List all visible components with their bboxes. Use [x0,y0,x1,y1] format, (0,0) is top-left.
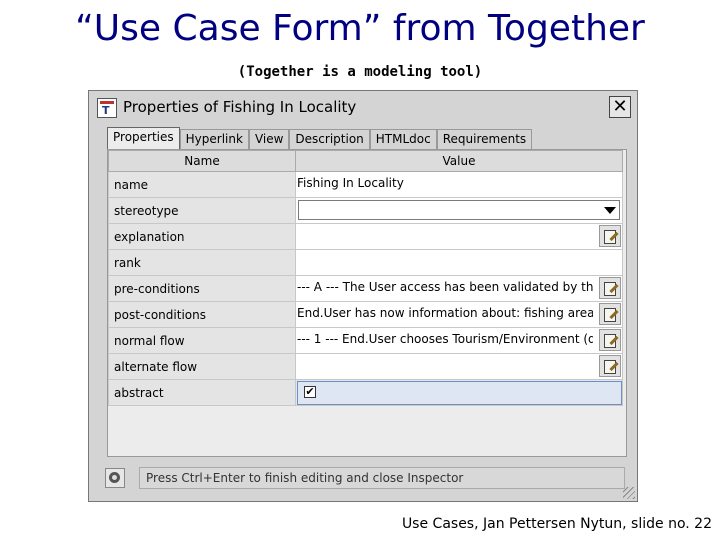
property-name: post-conditions [108,301,296,328]
tab-strip: Properties Hyperlink View Description HT… [107,127,533,150]
property-value-field[interactable]: --- A --- The User access has been valid… [295,275,623,302]
table-row[interactable]: stereotype [108,197,623,224]
table-row[interactable]: explanation [108,223,623,250]
edit-text-icon[interactable] [599,277,621,299]
table-header-row: Name Value [108,150,623,172]
tab-hyperlink[interactable]: Hyperlink [179,129,249,149]
close-button[interactable]: ✕ [609,96,631,118]
table-row[interactable]: abstract ✔ [108,379,623,406]
edit-text-icon[interactable] [599,329,621,351]
table-row[interactable]: normal flow --- 1 --- End.User chooses T… [108,327,623,354]
property-value: --- A --- The User access has been valid… [297,280,593,294]
tab-description[interactable]: Description [289,129,370,149]
edit-text-icon[interactable] [599,303,621,325]
resize-grip-icon[interactable] [623,487,635,499]
property-value: End.User has now information about: fish… [297,306,593,320]
abstract-cell[interactable]: ✔ [295,379,623,406]
property-name: pre-conditions [108,275,296,302]
inspector-icon[interactable] [105,468,125,488]
property-name: explanation [108,223,296,250]
app-icon-letter: T [102,104,110,117]
property-name: stereotype [108,197,296,224]
close-icon: ✕ [612,96,628,117]
property-value-field[interactable] [295,353,623,380]
property-value: Fishing In Locality [297,176,404,190]
table-row[interactable]: pre-conditions --- A --- The User access… [108,275,623,302]
dialog-title: Properties of Fishing In Locality [123,98,357,116]
tab-htmldoc[interactable]: HTMLdoc [369,129,437,149]
together-app-icon: T [97,98,117,118]
table-row[interactable]: rank [108,249,623,276]
edit-text-icon[interactable] [599,225,621,247]
table-row[interactable]: post-conditions End.User has now informa… [108,301,623,328]
dialog-titlebar[interactable]: T Properties of Fishing In Locality ✕ [93,95,633,121]
slide-title: “Use Case Form” from Together [75,8,645,49]
column-header-value[interactable]: Value [295,150,623,172]
property-value-field[interactable] [295,223,623,250]
edit-text-icon[interactable] [599,355,621,377]
properties-dialog: T Properties of Fishing In Locality ✕ Pr… [88,90,638,502]
property-name: name [108,171,296,198]
property-name: rank [108,249,296,276]
abstract-checkbox[interactable]: ✔ [304,386,316,398]
property-name: alternate flow [108,353,296,380]
table-row[interactable]: name Fishing In Locality [108,171,623,198]
tab-requirements[interactable]: Requirements [436,129,533,149]
slide-footer: Use Cases, Jan Pettersen Nytun, slide no… [401,516,712,532]
property-name: normal flow [108,327,296,354]
properties-panel: Name Value name Fishing In Locality ster… [107,149,627,457]
tab-view[interactable]: View [248,129,290,149]
property-value-field[interactable] [295,249,623,276]
property-value-field[interactable]: Fishing In Locality [295,171,623,198]
chevron-down-icon[interactable] [604,207,616,214]
property-value-field[interactable]: End.User has now information about: fish… [295,301,623,328]
property-value: --- 1 --- End.User chooses Tourism/Envir… [297,332,593,346]
properties-table: Name Value name Fishing In Locality ster… [108,150,623,406]
table-row[interactable]: alternate flow [108,353,623,380]
slide-subtitle: (Together is a modeling tool) [237,64,483,80]
stereotype-select[interactable] [295,197,623,224]
property-value-field[interactable]: --- 1 --- End.User chooses Tourism/Envir… [295,327,623,354]
property-name: abstract [108,379,296,406]
status-bar: Press Ctrl+Enter to finish editing and c… [105,467,625,489]
tab-properties[interactable]: Properties [107,127,180,150]
status-text: Press Ctrl+Enter to finish editing and c… [139,467,625,489]
stereotype-dropdown[interactable] [298,200,620,220]
column-header-name[interactable]: Name [108,150,296,172]
